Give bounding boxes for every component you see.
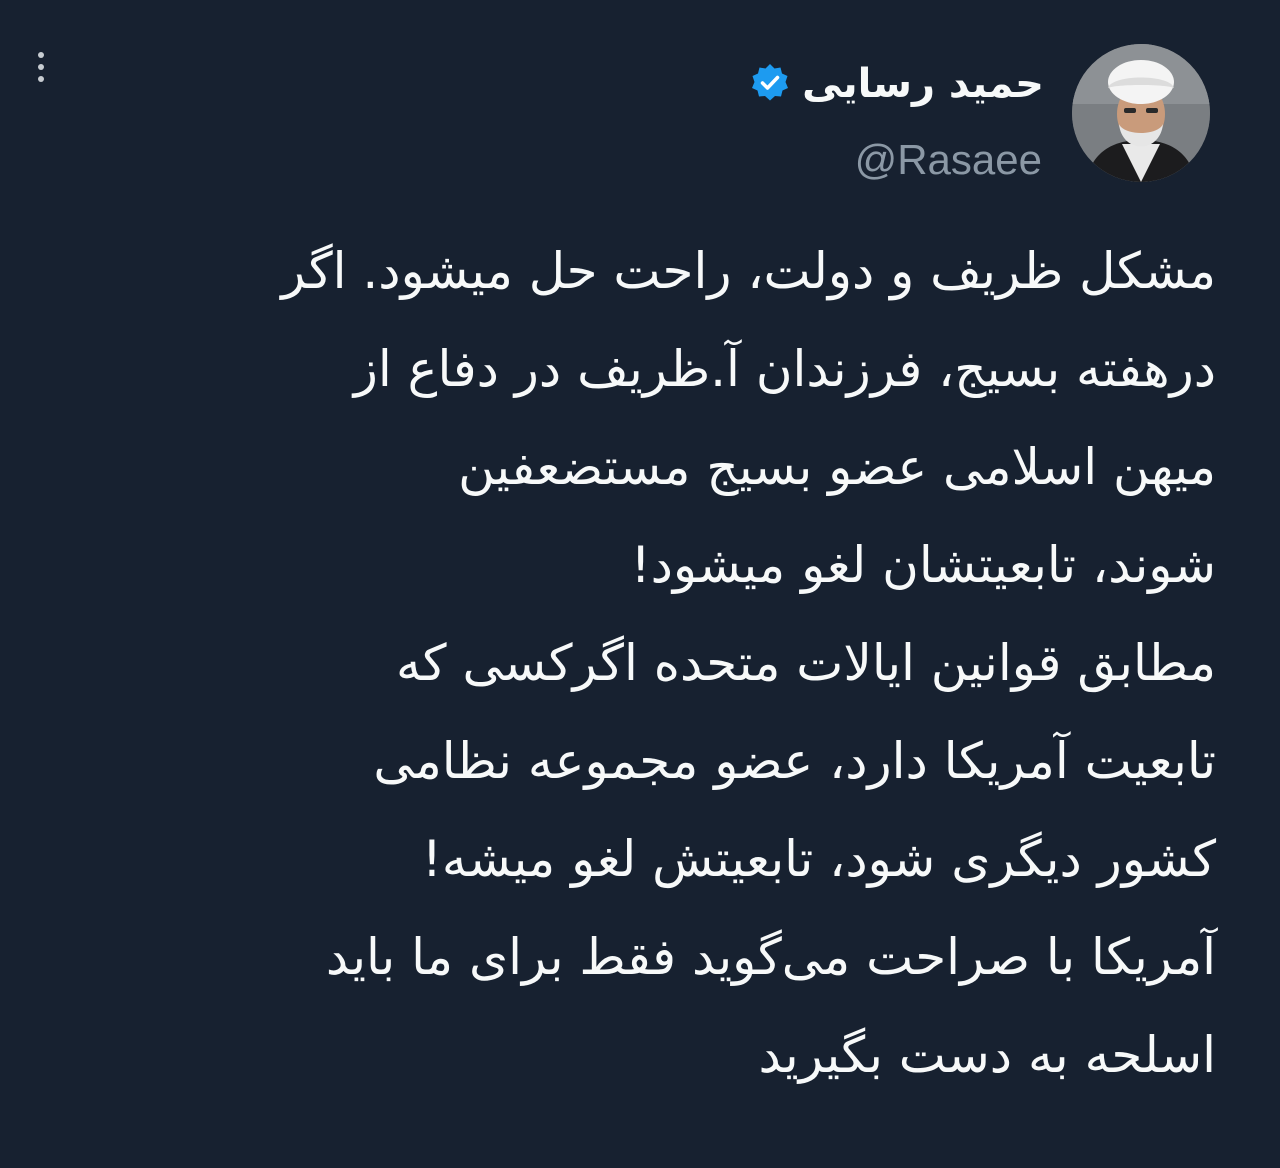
avatar-image <box>1072 44 1210 182</box>
tweet-text-line: مشکل ظریف و دولت، راحت حل میشود. اگر <box>281 242 1216 300</box>
more-vertical-icon <box>38 52 44 58</box>
tweet-text-line: میهن اسلامی عضو بسیج مستضعفین <box>458 438 1216 496</box>
tweet-text-line: تابعیت آمریکا دارد، عضو مجموعه نظامی <box>373 732 1216 790</box>
verified-badge-icon <box>752 64 789 101</box>
more-options-button[interactable] <box>26 42 56 92</box>
tweet-text-line: مطابق قوانین ایالات متحده اگرکسی که <box>396 634 1216 692</box>
tweet-card: حمید رسایی @Rasaee مشکل ظریف و دولت، راح… <box>0 0 1280 1168</box>
avatar[interactable] <box>1072 44 1210 182</box>
author-display-name[interactable]: حمید رسایی <box>802 56 1044 112</box>
tweet-text-line: کشور دیگری شود، تابعیتش لغو میشه! <box>421 830 1216 888</box>
tweet-text-line: اسلحه به دست بگیرید <box>758 1026 1216 1084</box>
author-name-row: حمید رسایی <box>748 56 1044 112</box>
tweet-text: مشکل ظریف و دولت، راحت حل میشود. اگر دره… <box>36 222 1216 1104</box>
author-handle[interactable]: @Rasaee <box>855 132 1042 188</box>
tweet-text-line: آمریکا با صراحت می‌گوید فقط برای ما باید <box>325 928 1216 986</box>
tweet-text-line: درهفته بسیج، فرزندان آ.ظریف در دفاع از <box>353 340 1216 398</box>
tweet-text-line: شوند، تابعیتشان لغو میشود! <box>630 536 1216 594</box>
